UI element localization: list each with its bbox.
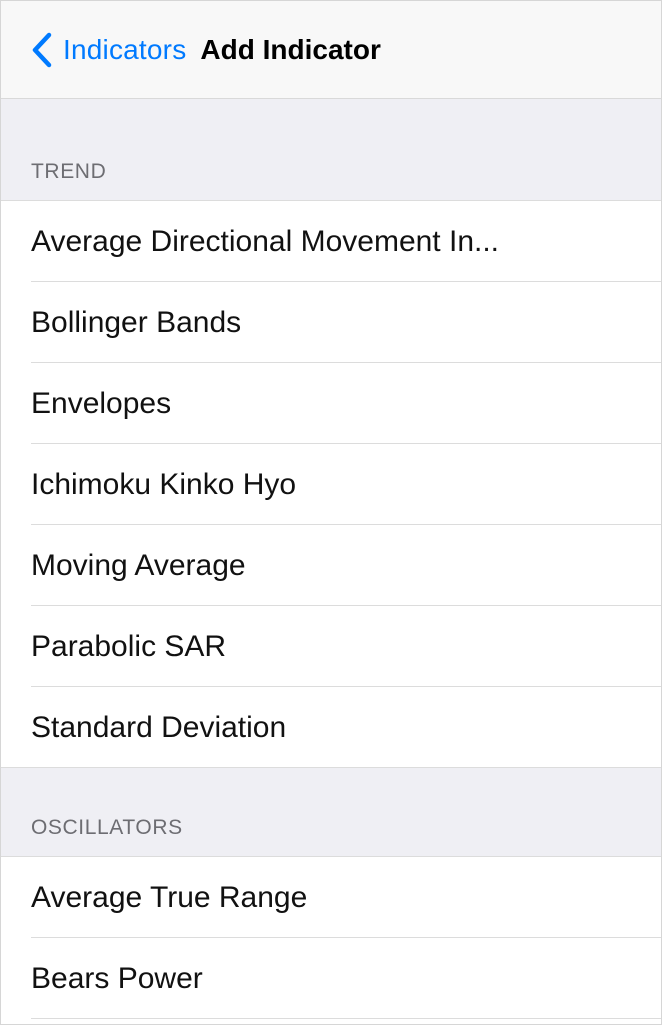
navigation-bar: Indicators Add Indicator: [1, 1, 661, 99]
list-item-label: Ichimoku Kinko Hyo: [31, 467, 297, 501]
list-item-label: Bollinger Bands: [31, 305, 242, 339]
list-item-moving-average[interactable]: Moving Average: [1, 525, 661, 606]
list-item-label: Average True Range: [31, 880, 308, 914]
oscillators-list: Average True Range Bears Power: [1, 857, 661, 1019]
list-item-parabolic-sar[interactable]: Parabolic SAR: [1, 606, 661, 687]
section-header-trend: TREND: [1, 99, 661, 201]
list-item-average-true-range[interactable]: Average True Range: [1, 857, 661, 938]
chevron-left-icon: [29, 30, 55, 70]
page-title: Add Indicator: [200, 33, 381, 65]
list-item-bears-power[interactable]: Bears Power: [1, 938, 661, 1019]
list-item-label: Envelopes: [31, 386, 172, 420]
list-item-label: Parabolic SAR: [31, 629, 227, 663]
list-item-envelopes[interactable]: Envelopes: [1, 363, 661, 444]
list-item-label: Bears Power: [31, 961, 203, 995]
section-title: OSCILLATORS: [31, 816, 183, 839]
list-item-bollinger-bands[interactable]: Bollinger Bands: [1, 282, 661, 363]
back-button-label: Indicators: [63, 33, 187, 65]
trend-list: Average Directional Movement In... Bolli…: [1, 201, 661, 768]
section-header-oscillators: OSCILLATORS: [1, 768, 661, 857]
app-frame: Indicators Add Indicator TREND Average D…: [0, 0, 662, 1025]
list-item-label: Standard Deviation: [31, 710, 287, 744]
section-title: TREND: [31, 160, 107, 183]
list-item-average-directional-movement[interactable]: Average Directional Movement In...: [1, 201, 661, 282]
list-item-label: Average Directional Movement In...: [31, 224, 500, 258]
list-item-ichimoku-kinko-hyo[interactable]: Ichimoku Kinko Hyo: [1, 444, 661, 525]
back-button[interactable]: Indicators: [29, 30, 186, 70]
list-item-standard-deviation[interactable]: Standard Deviation: [1, 687, 661, 768]
list-item-label: Moving Average: [31, 548, 246, 582]
